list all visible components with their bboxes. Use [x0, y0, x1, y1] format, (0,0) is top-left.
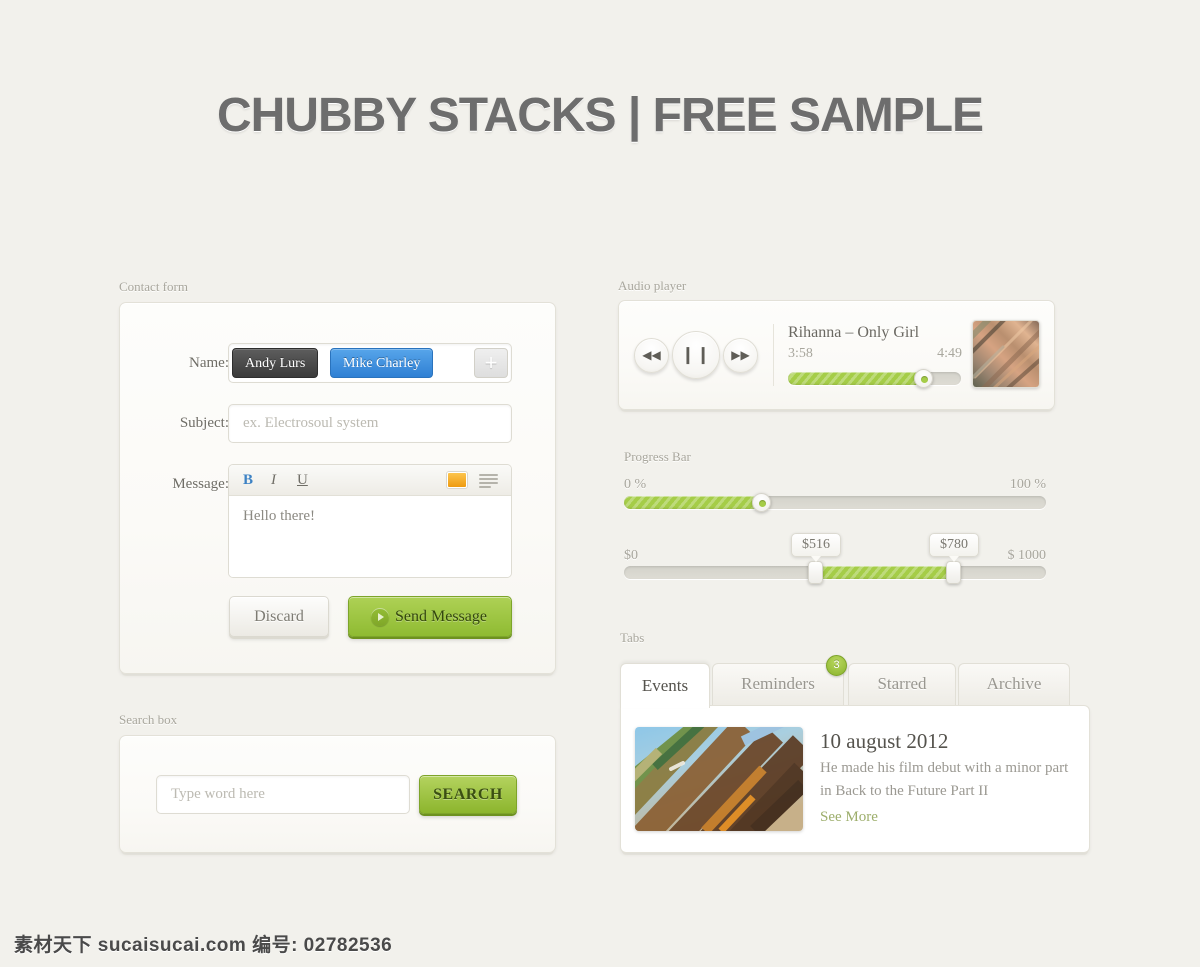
progress-fill [624, 496, 764, 509]
event-date: 10 august 2012 [820, 729, 949, 753]
album-art [972, 320, 1040, 388]
play-icon [371, 608, 389, 626]
audio-divider [773, 324, 774, 386]
track-title: Rihanna – Only Girl [788, 324, 920, 341]
color-swatch-icon[interactable] [447, 472, 467, 488]
page-title: CHUBBY STACKS | FREE SAMPLE [216, 89, 984, 142]
send-message-label: Send Message [395, 608, 487, 625]
tabs-caption: Tabs [620, 630, 645, 645]
range-tooltip-low: $516 [791, 533, 841, 562]
token-chip-andy-lurs[interactable]: Andy Lurs [232, 348, 319, 378]
range-tooltip-high: $780 [929, 533, 979, 562]
progress-bar-caption: Progress Bar [624, 449, 691, 464]
page-root: CHUBBY STACKS | FREE SAMPLE Contact form… [0, 0, 1200, 967]
search-box-caption: Search box [119, 712, 178, 727]
discard-button[interactable]: Discard [229, 596, 329, 637]
range-handle-high[interactable] [946, 561, 961, 584]
track-total-time: 4:49 [937, 346, 962, 361]
send-message-button[interactable]: Send Message [348, 596, 512, 637]
range-handle-low[interactable] [808, 561, 823, 584]
name-label: Name: [189, 355, 229, 371]
range-slider[interactable]: $516 $780 [624, 533, 1046, 584]
message-label: Message: [172, 476, 229, 492]
tab-events[interactable]: Events [620, 663, 710, 708]
audio-player-caption: Audio player [618, 278, 687, 293]
progress-knob[interactable] [752, 493, 771, 512]
range-min-label: $0 [624, 548, 638, 563]
search-input[interactable] [156, 775, 410, 814]
add-token-button[interactable]: + [474, 348, 508, 378]
event-thumbnail [635, 727, 803, 831]
fast-forward-button[interactable]: ▶▶ [723, 338, 758, 373]
reminders-count-badge: 3 [826, 655, 847, 676]
range-fill [816, 566, 954, 579]
bold-icon[interactable]: B [243, 465, 253, 496]
album-art-image [973, 321, 1039, 387]
search-button[interactable]: SEARCH [419, 775, 517, 814]
tab-starred[interactable]: Starred [848, 663, 956, 705]
watermark: 素材天下 sucaisucai.com 编号: 02782536 [14, 935, 393, 956]
tab-archive[interactable]: Archive [958, 663, 1070, 705]
play-pause-button[interactable]: ❙❙ [672, 331, 720, 379]
editor-toolbar: B I U [229, 465, 511, 496]
progress-max-label: 100 % [1009, 477, 1046, 492]
align-text-icon[interactable] [479, 474, 498, 488]
rewind-button[interactable]: ◀◀ [634, 338, 669, 373]
progress-slider[interactable] [624, 493, 1046, 512]
audio-seek-knob[interactable] [914, 369, 933, 388]
subject-label: Subject: [179, 415, 229, 431]
pause-icon: ❙❙ [680, 345, 712, 364]
range-max-label: $ 1000 [1007, 548, 1047, 563]
message-textarea[interactable]: Hello there! [229, 496, 511, 577]
fast-forward-icon: ▶▶ [731, 348, 750, 362]
italic-icon[interactable]: I [271, 465, 276, 496]
progress-min-label: 0 % [624, 477, 647, 492]
audio-seek-slider[interactable] [788, 369, 961, 388]
track-elapsed-time: 3:58 [788, 346, 813, 361]
message-editor[interactable]: B I U Hello there! [228, 464, 512, 578]
tab-reminders[interactable]: Reminders [712, 663, 844, 705]
event-description: He made his film debut with a minor part… [820, 760, 1069, 799]
token-chip-mike-charley[interactable]: Mike Charley [330, 348, 434, 378]
underline-icon[interactable]: U [297, 465, 308, 496]
event-thumbnail-image [635, 727, 803, 831]
subject-input[interactable] [228, 404, 512, 443]
name-token-field[interactable]: Andy Lurs Mike Charley + [228, 343, 512, 383]
rewind-icon: ◀◀ [642, 348, 661, 362]
see-more-link[interactable]: See More [820, 809, 878, 826]
audio-seek-fill [788, 372, 923, 385]
contact-form-caption: Contact form [119, 279, 188, 294]
